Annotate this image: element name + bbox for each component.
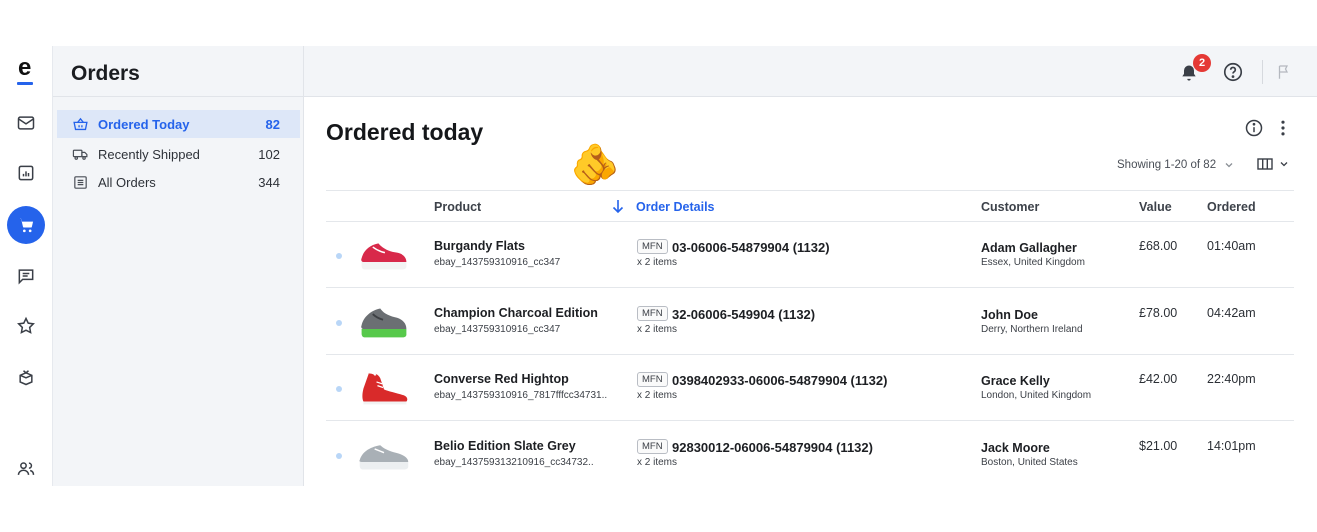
list-icon xyxy=(71,173,89,191)
sidebar-item-count: 344 xyxy=(258,174,280,190)
product-sku: ebay_143759310916_7817fffcc34731.. xyxy=(434,390,608,401)
orders-sidebar: Orders Ordered Today 82 Recently Shipped… xyxy=(52,46,304,486)
icon-rail: e xyxy=(0,46,52,486)
product-thumbnail xyxy=(356,367,412,407)
sidebar-title: Orders xyxy=(71,62,140,85)
product-thumbnail xyxy=(356,301,412,341)
product-name[interactable]: Burgandy Flats xyxy=(434,239,525,253)
chevron-down-icon xyxy=(1280,162,1288,167)
chevron-down-icon xyxy=(1225,163,1233,168)
product-name[interactable]: Champion Charcoal Edition xyxy=(434,306,598,320)
truck-icon xyxy=(71,145,89,163)
customer-name[interactable]: John Doe xyxy=(981,308,1038,322)
star-icon[interactable] xyxy=(13,313,39,339)
sidebar-item-ordered-today[interactable]: Ordered Today 82 xyxy=(57,110,300,138)
fulfillment-tag: MFN xyxy=(637,239,668,254)
ordered-time: 04:42am xyxy=(1207,305,1256,320)
sidebar-item-label: Recently Shipped xyxy=(98,146,200,162)
basket-icon xyxy=(71,115,89,133)
customer-name[interactable]: Adam Gallagher xyxy=(981,241,1077,255)
fulfillment-tag: MFN xyxy=(637,438,668,454)
table-header: Product Order Details Customer Value Ord… xyxy=(326,190,1294,222)
table-row[interactable]: Champion Charcoal Edition ebay_143759310… xyxy=(326,289,1294,355)
column-header-customer[interactable]: Customer xyxy=(981,200,1039,214)
help-icon[interactable] xyxy=(1222,61,1244,83)
order-number[interactable]: 92830012-06006-54879904 (1132) xyxy=(672,440,873,455)
logo-underline xyxy=(17,82,33,85)
app-frame: e Orders Ordered Today 82 Recently Shipp… xyxy=(0,46,1317,486)
table-row[interactable]: Burgandy Flats ebay_143759310916_cc347 M… xyxy=(326,222,1294,288)
box-icon[interactable] xyxy=(13,364,39,390)
sidebar-item-label: Ordered Today xyxy=(98,116,190,132)
order-number[interactable]: 0398402933-06006-54879904 (1132) xyxy=(672,373,887,388)
item-count: x 2 items xyxy=(637,456,678,468)
item-count: x 2 items xyxy=(637,323,678,335)
page-title: Ordered today xyxy=(326,119,484,145)
product-sku: ebay_143759313210916_cc34732.. xyxy=(434,456,594,468)
pagination-dropdown[interactable]: Showing 1-20 of 82 xyxy=(1117,159,1234,171)
sidebar-item-count: 82 xyxy=(265,116,280,132)
item-count: x 2 items xyxy=(637,390,678,401)
fulfillment-tag: MFN xyxy=(637,372,668,387)
product-sku: ebay_143759310916_cc347 xyxy=(434,257,561,268)
flag-icon[interactable] xyxy=(1275,63,1293,81)
customer-name[interactable]: Jack Moore xyxy=(981,441,1050,455)
status-dot xyxy=(336,386,342,392)
status-dot xyxy=(336,319,342,326)
fulfillment-tag: MFN xyxy=(637,305,668,321)
sidebar-item-all-orders[interactable]: All Orders 344 xyxy=(57,168,300,196)
sidebar-item-recently-shipped[interactable]: Recently Shipped 102 xyxy=(57,140,300,168)
pointing-hand-icon: 🫵 xyxy=(570,143,620,187)
table-row[interactable]: Belio Edition Slate Grey ebay_1437593132… xyxy=(326,422,1294,487)
column-header-value[interactable]: Value xyxy=(1139,200,1172,214)
users-icon[interactable] xyxy=(13,456,39,482)
product-name[interactable]: Belio Edition Slate Grey xyxy=(434,439,576,453)
order-value: £68.00 xyxy=(1139,239,1178,253)
order-value: £42.00 xyxy=(1139,372,1178,386)
ordered-time: 22:40pm xyxy=(1207,372,1256,386)
sidebar-item-count: 102 xyxy=(258,146,280,162)
sidebar-divider xyxy=(53,96,304,97)
topbar-divider xyxy=(1262,60,1263,84)
info-icon[interactable] xyxy=(1244,118,1264,138)
customer-name[interactable]: Grace Kelly xyxy=(981,374,1050,388)
column-header-ordered[interactable]: Ordered xyxy=(1207,200,1256,214)
order-number[interactable]: 32-06006-549904 (1132) xyxy=(672,307,815,322)
sort-arrow-down-icon[interactable] xyxy=(611,198,625,214)
more-options-icon[interactable] xyxy=(1276,118,1290,138)
notification-badge: 2 xyxy=(1193,54,1211,72)
app-logo[interactable]: e xyxy=(18,56,31,80)
ordered-time: 01:40am xyxy=(1207,239,1256,253)
columns-toggle-button[interactable] xyxy=(1257,155,1291,173)
order-number[interactable]: 03-06006-54879904 (1132) xyxy=(672,240,830,255)
chart-icon[interactable] xyxy=(13,160,39,186)
customer-location: Derry, Northern Ireland xyxy=(981,323,1083,335)
status-dot xyxy=(336,452,342,459)
customer-location: Essex, United Kingdom xyxy=(981,257,1085,268)
customer-location: Boston, United States xyxy=(981,456,1078,468)
column-header-order-details[interactable]: Order Details xyxy=(636,200,715,214)
cart-icon[interactable] xyxy=(7,206,45,244)
ordered-time: 14:01pm xyxy=(1207,438,1256,453)
main-content: Ordered today Showing 1-20 of 82 🫵 Produ… xyxy=(304,97,1317,486)
mail-icon[interactable] xyxy=(13,110,39,136)
column-header-product[interactable]: Product xyxy=(434,200,481,214)
item-count: x 2 items xyxy=(637,257,678,268)
status-dot xyxy=(336,253,342,259)
product-thumbnail xyxy=(356,434,412,474)
customer-location: London, United Kingdom xyxy=(981,390,1092,401)
product-thumbnail xyxy=(356,234,412,274)
pagination-label: Showing 1-20 of 82 xyxy=(1117,159,1217,171)
product-name[interactable]: Converse Red Hightop xyxy=(434,372,569,386)
table-row[interactable]: Converse Red Hightop ebay_143759310916_7… xyxy=(326,355,1294,421)
product-sku: ebay_143759310916_cc347 xyxy=(434,323,561,335)
order-value: £78.00 xyxy=(1139,305,1178,320)
sidebar-item-label: All Orders xyxy=(98,174,156,190)
columns-icon xyxy=(1257,158,1273,170)
top-bar: 2 xyxy=(304,46,1317,97)
chat-icon[interactable] xyxy=(13,263,39,289)
order-value: $21.00 xyxy=(1139,438,1178,453)
